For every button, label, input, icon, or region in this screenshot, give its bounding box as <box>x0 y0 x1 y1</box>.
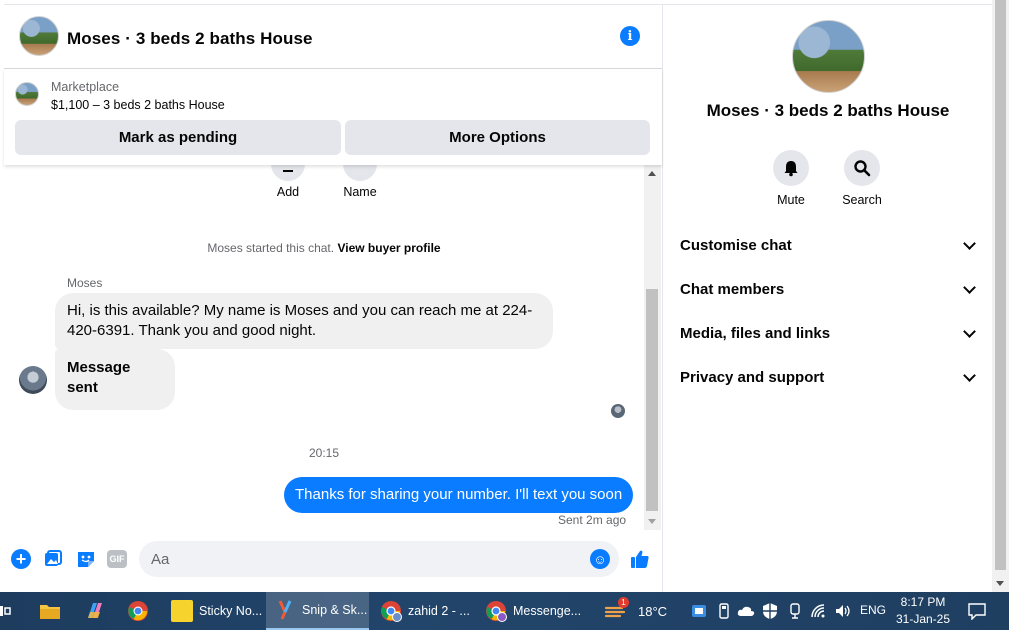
details-title: Moses · 3 beds 2 baths House <box>706 101 950 120</box>
messenger-window: Moses · 3 beds 2 baths House i Marketpla… <box>0 0 1009 630</box>
chrome-messenger-icon <box>485 600 507 622</box>
taskbar-sticky-notes[interactable]: Sticky No... <box>163 592 263 630</box>
task-label: Messenge... <box>513 604 582 618</box>
usb-device-icon[interactable] <box>715 602 733 620</box>
taskbar-chrome-messenger[interactable]: Messenge... <box>477 592 582 630</box>
section-label: Media, files and links <box>680 325 831 342</box>
marketplace-label: Marketplace <box>51 80 120 94</box>
system-clock[interactable]: 8:17 PM 31-Jan-25 <box>892 594 954 628</box>
chevron-down-icon <box>963 325 976 338</box>
weather-icon: 1 <box>604 597 629 622</box>
incoming-message[interactable]: Message sent <box>55 349 175 410</box>
network-device-icon[interactable] <box>786 602 804 620</box>
listing-price-title[interactable]: $1,100 – 3 beds 2 baths House <box>51 98 225 112</box>
task-label: zahid 2 - ... <box>408 604 470 618</box>
chrome-profile-icon <box>380 600 402 622</box>
snip-sketch-icon <box>274 599 296 621</box>
message-timestamp: 20:15 <box>308 446 340 460</box>
privacy-support-section[interactable]: Privacy and support <box>680 369 978 386</box>
onedrive-cloud-icon[interactable] <box>737 602 755 620</box>
message-list: Add Name Moses started this chat. View b… <box>4 165 644 530</box>
section-label: Chat members <box>680 281 785 298</box>
system-text: Moses started this chat. <box>207 241 335 255</box>
chat-avatar[interactable] <box>19 16 59 56</box>
copilot-icon[interactable] <box>84 592 106 630</box>
section-label: Privacy and support <box>680 369 825 386</box>
chat-pane: Moses · 3 beds 2 baths House i Marketpla… <box>0 0 662 592</box>
add-icon <box>271 165 305 181</box>
chevron-down-icon <box>963 281 976 294</box>
taskbar-snip-sketch[interactable]: Snip & Sk... <box>266 592 369 630</box>
chat-header: Moses · 3 beds 2 baths House i <box>4 4 662 68</box>
listing-thumbnail[interactable] <box>15 82 39 106</box>
photo-icon[interactable] <box>43 549 63 569</box>
outgoing-message[interactable]: Thanks for sharing your number. I'll tex… <box>284 477 634 513</box>
gif-icon[interactable]: GIF <box>107 550 127 568</box>
incoming-message[interactable]: Hi, is this available? My name is Moses … <box>55 293 553 349</box>
info-icon[interactable]: i <box>620 26 640 46</box>
weather-temperature: 18°C <box>638 603 668 619</box>
chrome-icon[interactable] <box>127 592 149 630</box>
details-avatar[interactable] <box>792 20 865 93</box>
more-options-button[interactable]: More Options <box>345 120 650 155</box>
search-label: Search <box>842 193 882 207</box>
sent-status: Sent 2m ago <box>558 513 627 527</box>
marketplace-card: Marketplace $1,100 – 3 beds 2 baths Hous… <box>4 68 662 165</box>
conversation-details-panel: Moses · 3 beds 2 baths House Mute Search… <box>662 4 992 592</box>
like-icon[interactable] <box>629 548 651 570</box>
task-view-icon[interactable] <box>0 592 12 630</box>
scroll-down-arrow-icon[interactable] <box>648 519 656 524</box>
scrollbar-thumb[interactable] <box>646 289 658 511</box>
security-shield-icon[interactable] <box>761 602 779 620</box>
task-label: Snip & Sk... <box>302 603 368 617</box>
section-label: Customise chat <box>680 237 792 254</box>
sticker-icon[interactable] <box>76 549 96 569</box>
mute-label: Mute <box>777 193 805 207</box>
weather-badge: 1 <box>618 597 629 608</box>
meet-now-icon[interactable] <box>690 602 708 620</box>
sticky-notes-icon <box>171 600 193 622</box>
taskbar-chrome-zahid[interactable]: zahid 2 - ... <box>372 592 472 630</box>
scroll-up-arrow-icon[interactable] <box>648 171 656 176</box>
customise-chat-section[interactable]: Customise chat <box>680 237 978 254</box>
page-scrollbar-thumb[interactable] <box>995 0 1006 570</box>
search-icon <box>844 150 880 186</box>
add-action-label: Add <box>276 185 300 199</box>
view-buyer-profile-link[interactable]: View buyer profile <box>337 241 440 255</box>
wifi-icon[interactable] <box>810 602 828 620</box>
volume-icon[interactable] <box>834 602 852 620</box>
name-icon <box>343 165 377 181</box>
add-action[interactable]: Add <box>258 165 318 199</box>
emoji-icon[interactable]: ☺ <box>590 549 610 569</box>
search-button[interactable]: Search <box>827 150 897 207</box>
name-action-label: Name <box>343 185 377 199</box>
chat-members-section[interactable]: Chat members <box>680 281 978 298</box>
clock-time: 8:17 PM <box>900 595 946 609</box>
chat-started-notice: Moses started this chat. View buyer prof… <box>4 241 644 255</box>
page-scrollbar[interactable] <box>992 0 1009 592</box>
clock-date: 31-Jan-25 <box>895 612 951 626</box>
name-action[interactable]: Name <box>330 165 390 199</box>
mark-as-pending-button[interactable]: Mark as pending <box>15 120 341 155</box>
weather-widget[interactable]: 1 18°C <box>604 592 667 630</box>
chevron-down-icon <box>963 237 976 250</box>
task-label: Sticky No... <box>199 604 263 618</box>
sender-name: Moses <box>67 276 103 290</box>
sender-avatar[interactable] <box>19 366 47 394</box>
notifications-icon[interactable] <box>967 601 987 621</box>
message-input[interactable] <box>139 541 619 577</box>
chat-title[interactable]: Moses · 3 beds 2 baths House <box>67 29 313 49</box>
message-composer: + GIF ☺ <box>0 540 662 580</box>
read-receipt-avatar <box>611 404 625 418</box>
mute-button[interactable]: Mute <box>756 150 826 207</box>
taskbar: Sticky No... Snip & Sk... zahid 2 - ... … <box>0 592 1009 630</box>
message-scrollbar[interactable] <box>644 165 661 530</box>
bell-icon <box>773 150 809 186</box>
language-indicator[interactable]: ENG <box>860 603 886 617</box>
file-explorer-icon[interactable] <box>39 592 61 630</box>
chevron-down-icon <box>963 369 976 382</box>
media-files-links-section[interactable]: Media, files and links <box>680 325 978 342</box>
plus-icon[interactable]: + <box>11 549 31 569</box>
page-scroll-down-icon[interactable] <box>996 581 1004 586</box>
